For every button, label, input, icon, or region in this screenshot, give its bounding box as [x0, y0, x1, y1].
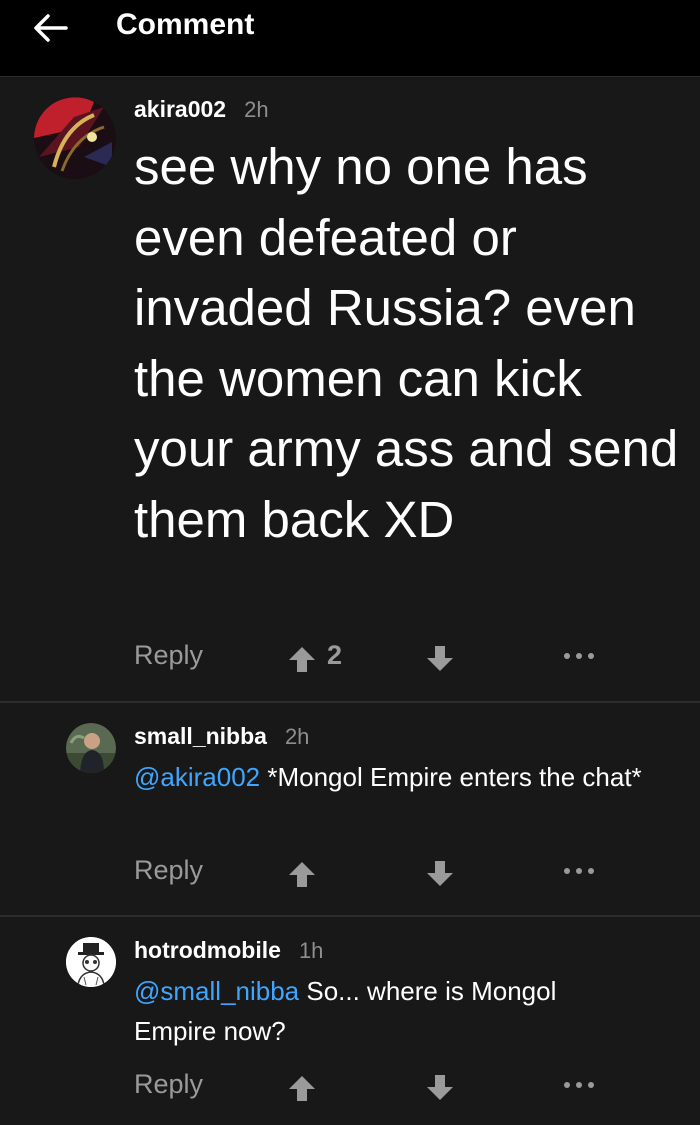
comment-text: @akira002 *Mongol Empire enters the chat… — [134, 757, 644, 797]
comment-text: @small_nibba So... where is Mongol Empir… — [134, 971, 644, 1051]
avatar[interactable] — [34, 97, 116, 179]
upvote-arrow-icon[interactable] — [286, 1073, 318, 1103]
comment-meta: hotrodmobile 1h — [134, 937, 323, 964]
top-app-bar: Comment — [0, 0, 700, 77]
more-options-icon[interactable] — [562, 646, 596, 666]
avatar-image — [66, 723, 116, 773]
page-title: Comment — [116, 8, 255, 41]
upvote-arrow-icon[interactable] — [286, 644, 318, 674]
comment-meta: small_nibba 2h — [134, 723, 309, 750]
comment-text: see why no one has even defeated or inva… — [134, 138, 679, 548]
avatar[interactable] — [66, 723, 116, 773]
comment-body: *Mongol Empire enters the chat* — [260, 762, 642, 792]
more-options-icon[interactable] — [562, 1075, 596, 1095]
downvote-arrow-icon[interactable] — [424, 1073, 456, 1103]
reply-button[interactable]: Reply — [134, 1069, 203, 1100]
comment-actions: Reply 2 — [0, 640, 700, 680]
timestamp: 1h — [298, 938, 324, 963]
avatar-image — [66, 937, 116, 987]
comment-actions: Reply — [0, 855, 700, 895]
back-button[interactable] — [30, 10, 70, 46]
reply-button[interactable]: Reply — [134, 855, 203, 886]
mention-link[interactable]: @akira002 — [134, 762, 260, 792]
more-options-icon[interactable] — [562, 861, 596, 881]
arrow-left-icon — [34, 14, 68, 42]
comment-hotrodmobile: hotrodmobile 1h @small_nibba So... where … — [0, 917, 700, 1125]
upvote-arrow-icon[interactable] — [286, 859, 318, 889]
mention-link[interactable]: @small_nibba — [134, 976, 299, 1006]
comment-akira002: akira002 2h see why no one has even defea… — [0, 76, 700, 701]
username[interactable]: akira002 — [134, 96, 226, 122]
timestamp: 2h — [284, 724, 310, 749]
reply-button[interactable]: Reply — [134, 640, 203, 671]
downvote-arrow-icon[interactable] — [424, 644, 456, 674]
comment-meta: akira002 2h — [134, 96, 269, 123]
comment-small-nibba: small_nibba 2h @akira002 *Mongol Empire e… — [0, 703, 700, 915]
username[interactable]: hotrodmobile — [134, 937, 281, 963]
username[interactable]: small_nibba — [134, 723, 267, 749]
downvote-arrow-icon[interactable] — [424, 859, 456, 889]
timestamp: 2h — [244, 97, 269, 122]
avatar-image — [34, 97, 116, 179]
vote-count: 2 — [327, 640, 343, 670]
avatar[interactable] — [66, 937, 116, 987]
comment-actions: Reply — [0, 1069, 700, 1109]
